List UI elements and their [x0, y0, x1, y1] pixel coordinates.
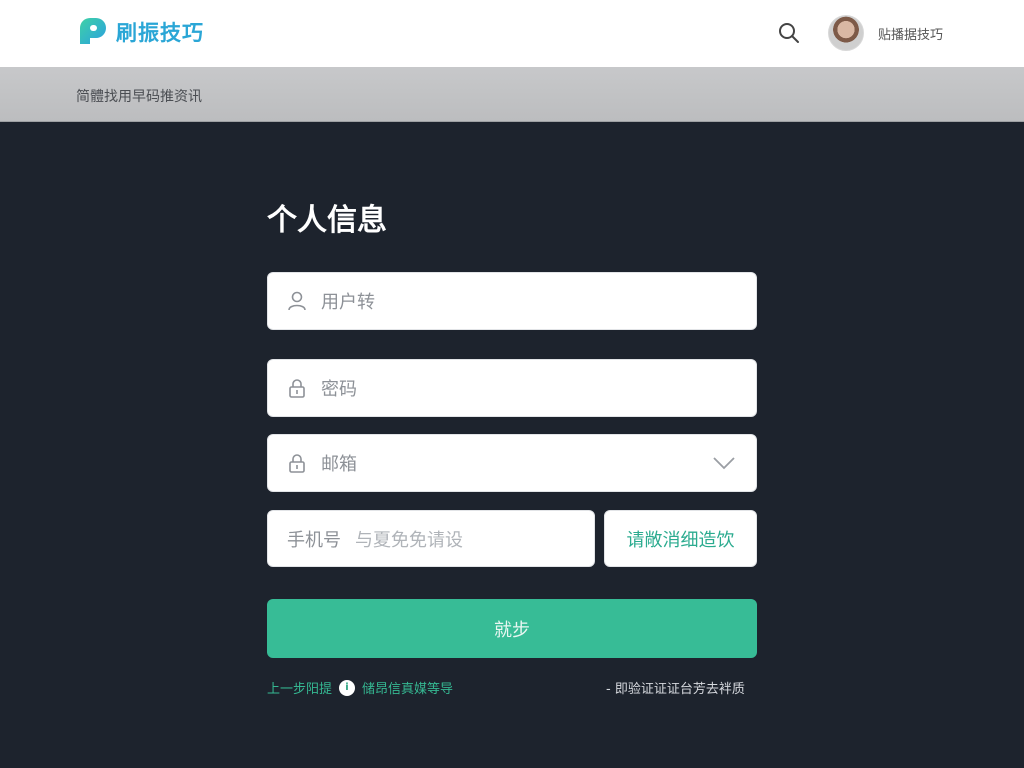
phone-prefix-label: 手机号 — [287, 529, 341, 551]
info-link[interactable]: 储昂信真媒等导 — [362, 678, 453, 697]
password-placeholder: 密码 — [321, 379, 357, 400]
search-icon[interactable] — [777, 21, 801, 45]
chevron-down-icon[interactable] — [712, 453, 736, 473]
phone-placeholder: 与夏免免请设 — [355, 529, 463, 551]
next-step-button[interactable]: 就步 — [267, 599, 757, 658]
password-field[interactable]: 密码 — [267, 359, 757, 417]
email-select[interactable]: 邮箱 — [267, 434, 757, 492]
user-name[interactable]: 贴播据技巧 — [878, 24, 943, 43]
logo-icon — [80, 18, 106, 44]
top-navigation-bar: 刷振技巧 贴播据技巧 — [0, 0, 1024, 67]
breadcrumb[interactable]: 简體找用早码推资讯 — [76, 86, 202, 106]
lock-icon — [289, 454, 305, 473]
logo-text: 刷振技巧 — [116, 21, 204, 45]
lock-icon — [289, 379, 305, 398]
page-title: 个人信息 — [267, 203, 387, 238]
verification-note-link[interactable]: - 即验证证证台芳去袢质 — [606, 678, 745, 697]
username-placeholder: 用户转 — [321, 292, 375, 313]
previous-step-link[interactable]: 上一步阳提 — [267, 678, 332, 697]
email-placeholder: 邮箱 — [321, 454, 357, 475]
breadcrumb-bar: 简體找用早码推资讯 — [0, 67, 1024, 122]
info-badge-icon: i — [339, 679, 356, 696]
user-icon — [288, 291, 306, 311]
footer-left-links: 上一步阳提 i 储昂信真媒等导 — [267, 678, 453, 697]
logo[interactable]: 刷振技巧 — [76, 16, 204, 48]
phone-field[interactable]: 手机号 与夏免免请设 — [267, 510, 595, 567]
send-code-button[interactable]: 请敞消细造饮 — [604, 510, 757, 567]
username-field[interactable]: 用户转 — [267, 272, 757, 330]
user-avatar[interactable] — [828, 15, 864, 51]
